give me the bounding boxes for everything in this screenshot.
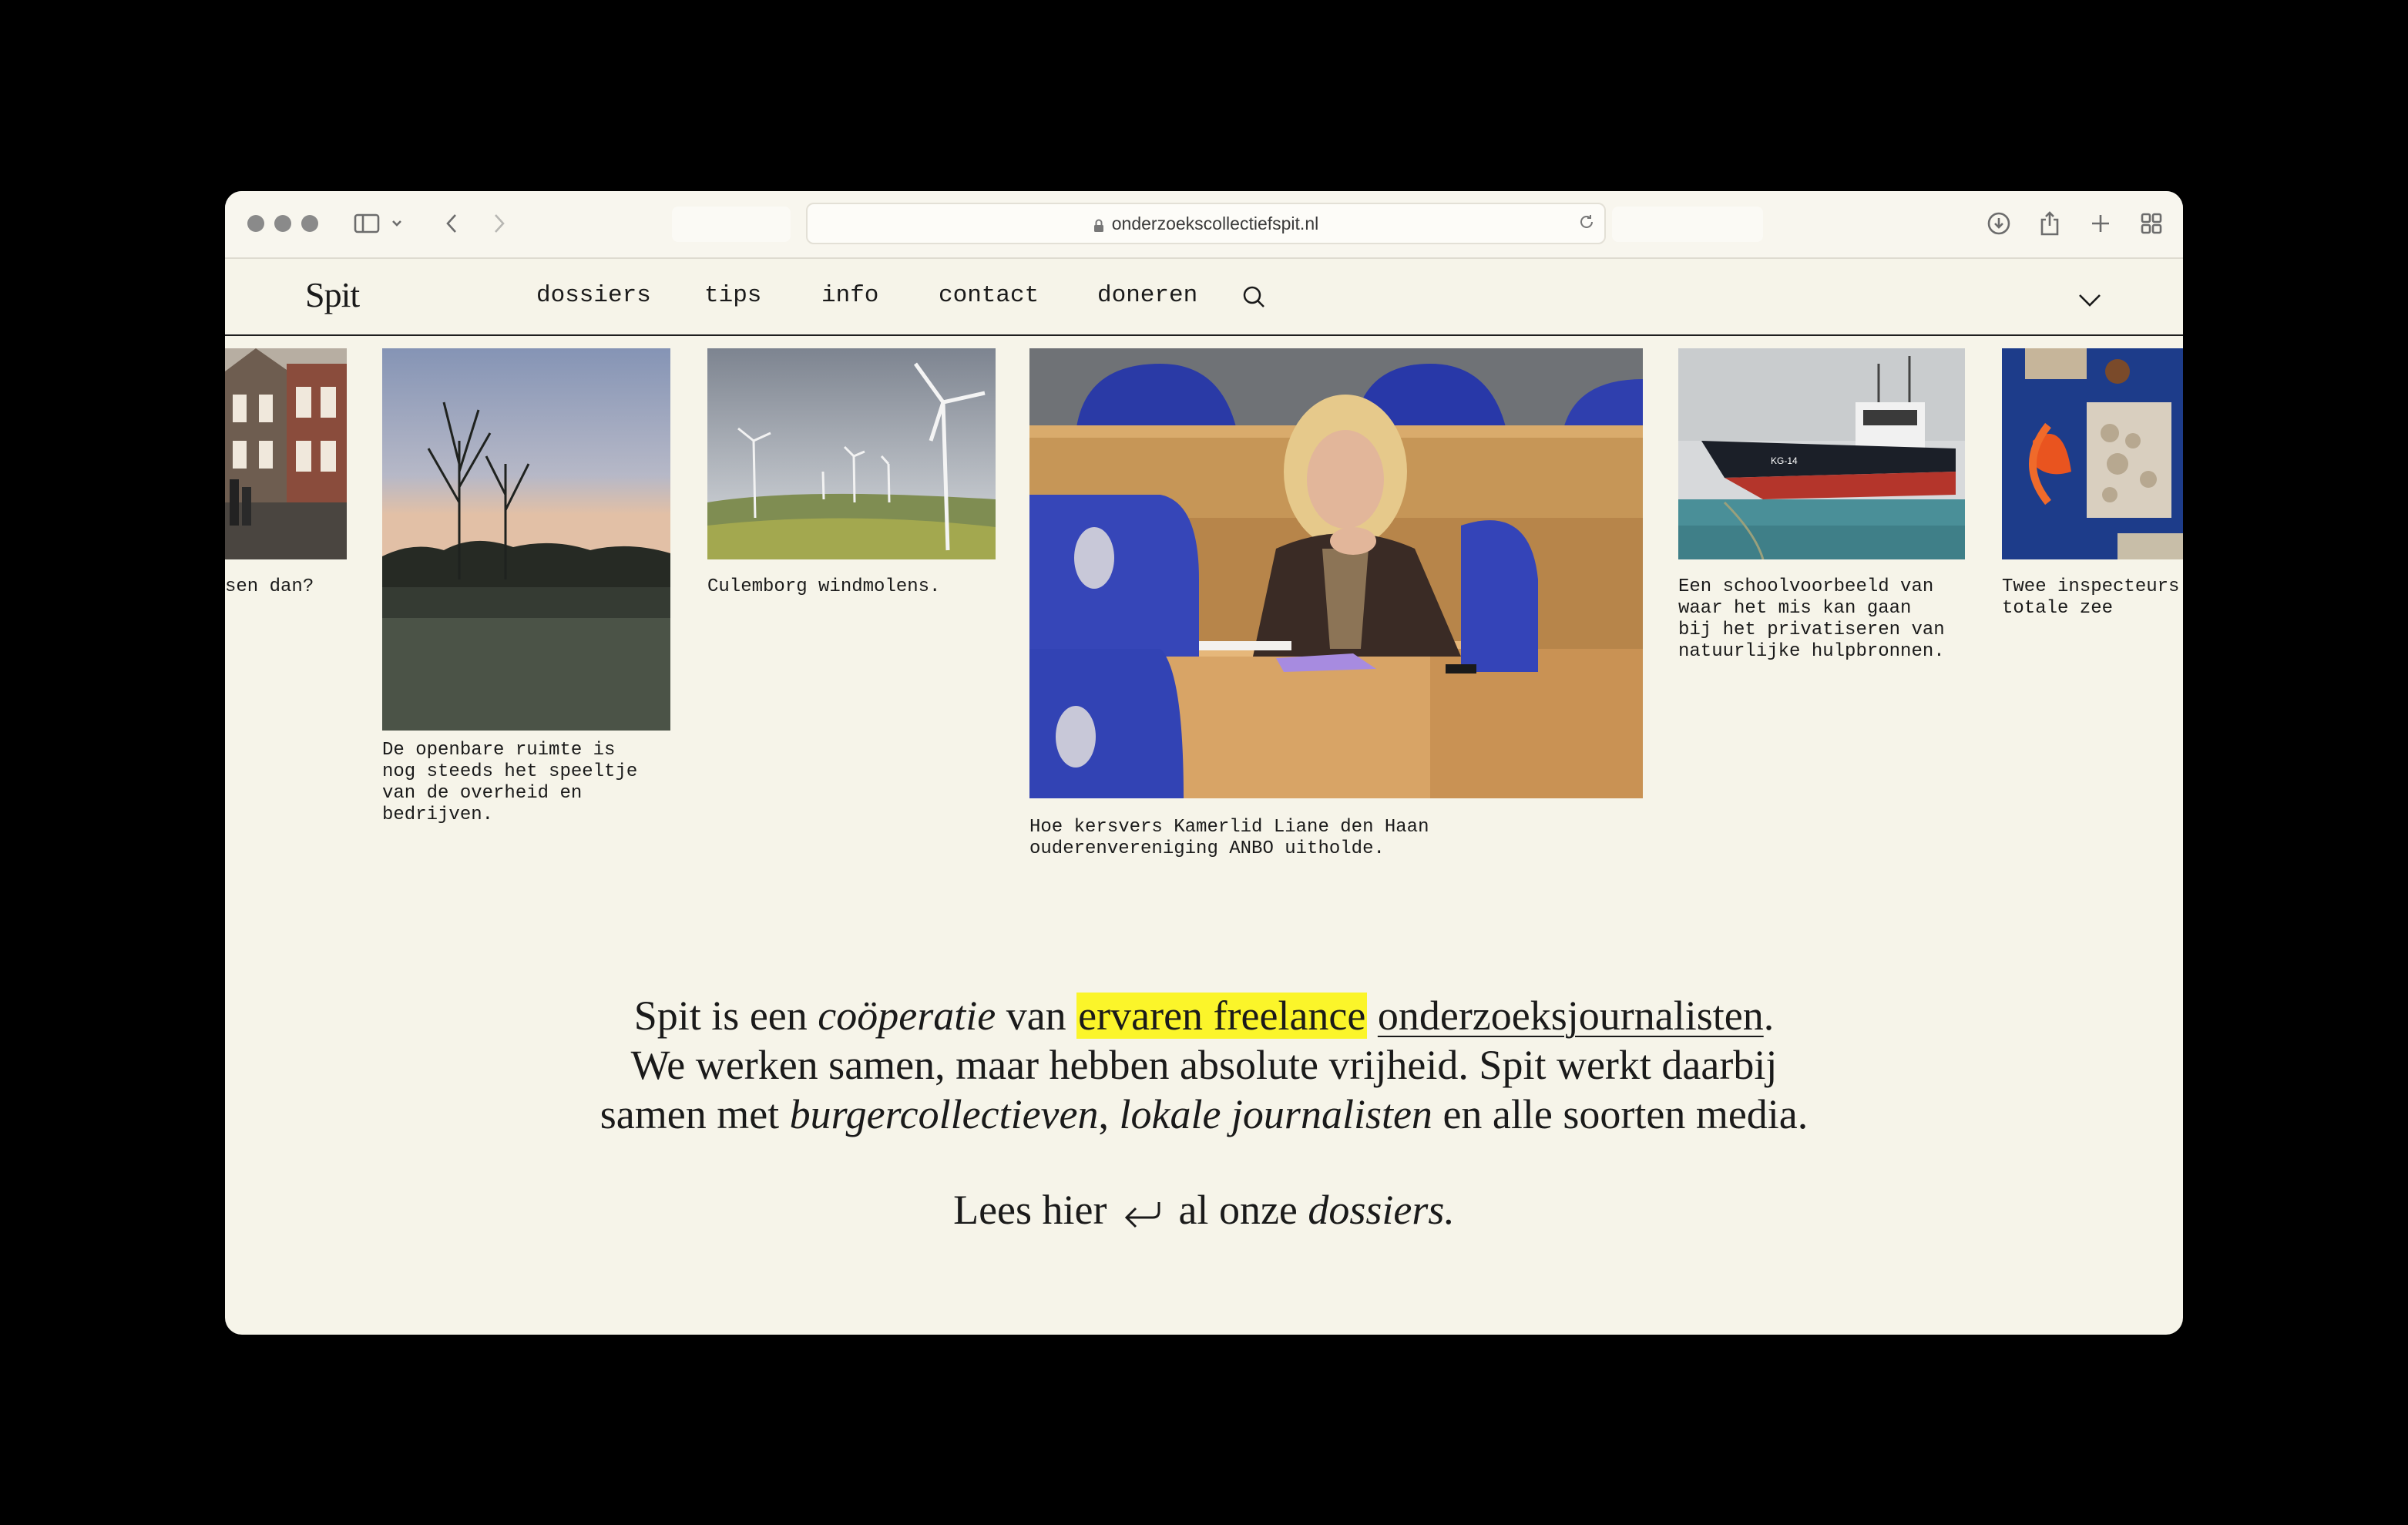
intro-text: en alle soorten media. — [1432, 1091, 1809, 1137]
ship-photo: KG-14 — [1678, 348, 1965, 559]
intro-paragraph: Spit is een coöperatie van ervaren freel… — [225, 991, 2183, 1139]
dossiers-link[interactable]: dossiers. — [1308, 1187, 1455, 1233]
dossiers-cta[interactable]: Lees hier al onze dossiers. — [225, 1185, 2183, 1239]
plus-icon — [2092, 215, 2109, 232]
nav-contact[interactable]: contact — [939, 282, 1039, 309]
highlighted-text: ervaren freelance — [1076, 993, 1368, 1039]
downloads-button[interactable] — [1982, 207, 2016, 240]
share-button[interactable] — [2033, 207, 2067, 240]
card-caption: Een schoolvoorbeeld van waar het mis kan… — [1678, 576, 1945, 662]
sidebar-menu-chevron[interactable] — [387, 207, 407, 240]
nav-doneren[interactable]: doneren — [1097, 282, 1197, 309]
browser-toolbar: onderzoekscollectiefspit.nl — [225, 191, 2183, 259]
intro-emphasis: burgercollectieven — [789, 1091, 1099, 1137]
intro-text: Spit is een — [633, 993, 818, 1039]
minimize-window-button[interactable] — [274, 215, 291, 232]
address-bar[interactable]: onderzoekscollectiefspit.nl — [806, 203, 1606, 244]
card-caption: Twee inspecteurs totale zee — [2002, 576, 2180, 619]
tab-overview-button[interactable] — [2134, 207, 2168, 240]
reload-icon[interactable] — [1578, 213, 1595, 235]
download-icon — [1987, 212, 2010, 235]
nav-tips[interactable]: tips — [704, 282, 761, 309]
parliament-photo — [1029, 348, 1643, 798]
return-arrow-icon — [1122, 1190, 1164, 1239]
cta-text: al onze — [1167, 1187, 1308, 1233]
card-caption: Culemborg windmolens. — [707, 576, 941, 597]
back-button[interactable] — [435, 207, 469, 240]
close-window-button[interactable] — [247, 215, 264, 232]
pinned-tab[interactable] — [1612, 207, 1763, 242]
sidebar-icon — [354, 213, 380, 233]
building-photo — [225, 348, 347, 559]
card-caption: sen dan? — [225, 576, 314, 597]
journalists-link[interactable]: onderzoeksjournalisten — [1378, 993, 1764, 1039]
dusk-field-photo — [382, 348, 670, 731]
cta-text: Lees hier — [953, 1187, 1107, 1233]
sidebar-toggle-button[interactable] — [350, 207, 384, 240]
intro-text: samen met — [599, 1091, 790, 1137]
intro-line-2: We werken samen, maar hebben absolute vr… — [630, 1042, 1778, 1088]
chevron-left-icon — [446, 214, 456, 233]
svg-text:KG-14: KG-14 — [1771, 455, 1798, 466]
chevron-right-icon — [495, 214, 505, 233]
chevron-down-icon — [392, 220, 401, 227]
pinned-tab[interactable] — [672, 207, 791, 242]
wind-turbines-photo — [707, 348, 996, 559]
lock-icon — [1093, 217, 1104, 232]
nav-info[interactable]: info — [821, 282, 878, 309]
site-header: Spit dossiers tips info contact doneren — [225, 259, 2183, 336]
search-icon[interactable] — [1239, 282, 1270, 313]
intro-text: . — [1763, 993, 1775, 1039]
card-caption: De openbare ruimte is nog steeds het spe… — [382, 740, 638, 825]
intro-emphasis: coöperatie — [818, 993, 996, 1039]
zoom-window-button[interactable] — [301, 215, 318, 232]
fish-crates-photo — [2002, 348, 2183, 559]
intro-text — [1367, 993, 1378, 1039]
share-icon — [2040, 211, 2059, 236]
forward-button[interactable] — [482, 207, 516, 240]
intro-text: van — [996, 993, 1077, 1039]
intro-text: , — [1098, 1091, 1120, 1137]
url-text: onderzoekscollectiefspit.nl — [1111, 213, 1319, 233]
browser-window: onderzoekscollectiefspit.nl Spit dossier… — [225, 191, 2183, 1335]
new-tab-button[interactable] — [2084, 207, 2117, 240]
card-caption: Hoe kersvers Kamerlid Liane den Haan oud… — [1029, 817, 1429, 859]
nav-dossiers[interactable]: dossiers — [536, 282, 651, 309]
grid-icon — [2141, 213, 2162, 234]
intro-emphasis: lokale journalisten — [1119, 1091, 1432, 1137]
chevron-down-icon[interactable] — [2076, 288, 2104, 311]
window-controls — [247, 215, 318, 232]
site-logo[interactable]: Spit — [305, 274, 360, 315]
